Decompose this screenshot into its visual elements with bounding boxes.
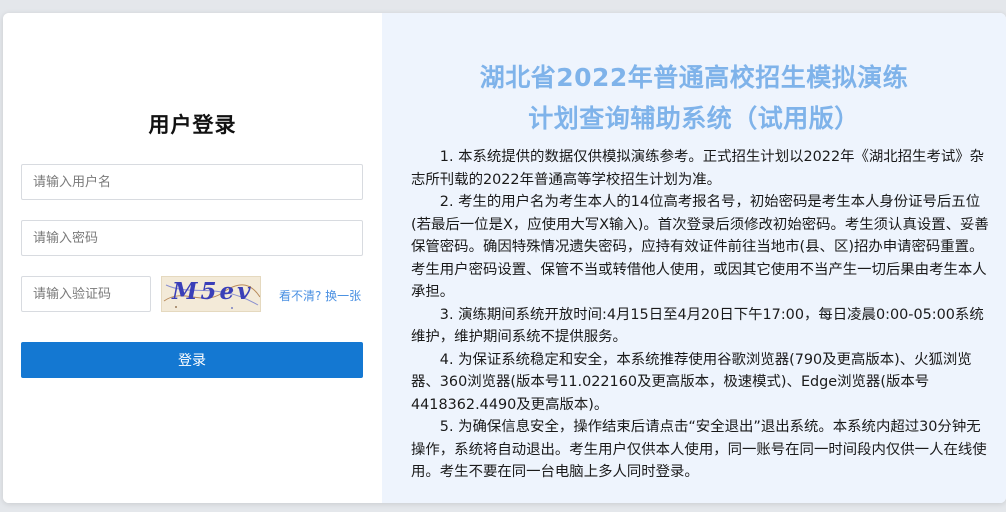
login-card: 用户登录 M5ev 看不清? 换一张 登录 湖北省2022年普通高校招生模拟演练… bbox=[3, 13, 1006, 503]
password-input[interactable] bbox=[21, 220, 363, 256]
captcha-image[interactable]: M5ev bbox=[161, 276, 261, 312]
captcha-text: M5ev bbox=[172, 278, 254, 305]
notice-item: 1. 本系统提供的数据仅供模拟演练参考。正式招生计划以2022年《湖北招生考试》… bbox=[411, 149, 985, 188]
notice-item: 5. 为确保信息安全，操作结束后请点击“安全退出”退出系统。本系统内超过30分钟… bbox=[411, 419, 987, 480]
login-button[interactable]: 登录 bbox=[21, 342, 363, 378]
notice-item: 3. 演练期间系统开放时间:4月15日至4月20日下午17:00，每日凌晨0:0… bbox=[411, 306, 984, 346]
notice-panel: 湖北省2022年普通高校招生模拟演练 计划查询辅助系统（试用版） 1. 本系统提… bbox=[382, 13, 1006, 503]
system-title-line1: 湖北省2022年普通高校招生模拟演练 bbox=[479, 63, 909, 92]
username-input[interactable] bbox=[21, 164, 363, 200]
notice-item: 2. 考生的用户名为考生本人的14位高考报名号，初始密码是考生本人身份证号后五位… bbox=[411, 194, 989, 300]
captcha-input[interactable] bbox=[21, 276, 151, 312]
login-title: 用户登录 bbox=[148, 113, 237, 137]
notice-list: 1. 本系统提供的数据仅供模拟演练参考。正式招生计划以2022年《湖北招生考试》… bbox=[411, 146, 989, 484]
notice-item: 4. 为保证系统稳定和安全，本系统推荐使用谷歌浏览器(790及更高版本)、火狐浏… bbox=[411, 351, 972, 413]
system-title-line2: 计划查询辅助系统（试用版） bbox=[528, 104, 860, 133]
system-title: 湖北省2022年普通高校招生模拟演练 计划查询辅助系统（试用版） bbox=[382, 57, 1006, 139]
login-panel: 用户登录 M5ev 看不清? 换一张 登录 bbox=[3, 13, 382, 503]
refresh-captcha-link[interactable]: 看不清? 换一张 bbox=[279, 287, 361, 304]
